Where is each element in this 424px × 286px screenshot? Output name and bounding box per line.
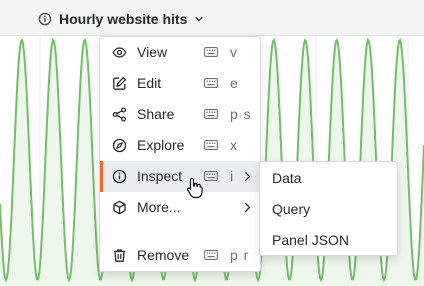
menu-item-label: View (137, 44, 168, 60)
edit-icon (113, 76, 127, 90)
panel-title[interactable]: Hourly website hits (59, 11, 187, 27)
keyboard-icon (204, 78, 218, 88)
compass-icon (112, 138, 127, 153)
menu-item-shortcut: p s (230, 106, 252, 122)
chevron-right-icon (244, 202, 251, 213)
keyboard-icon (204, 171, 218, 181)
menu-item-edit[interactable]: Edit e (100, 68, 260, 99)
menu-item-label: Share (137, 106, 175, 122)
menu-item-shortcut: e (230, 75, 239, 91)
info-circle-icon (112, 169, 127, 184)
menu-item-shortcut: p r (230, 247, 250, 263)
keyboard-icon (204, 250, 218, 260)
menu-item-shortcut: v (230, 44, 238, 60)
submenu-item-label: Panel JSON (272, 232, 350, 248)
menu-item-shortcut: i (230, 168, 235, 184)
menu-item-label: Remove (137, 247, 190, 263)
dashboard-panel: Hourly website hits View v Edit e Share … (0, 0, 424, 286)
menu-item-inspect[interactable]: Inspect i (100, 161, 260, 192)
submenu-item-label: Data (272, 170, 302, 186)
menu-item-view[interactable]: View v (100, 37, 260, 68)
menu-item-share[interactable]: Share p s (100, 99, 260, 130)
submenu-item-panel-json[interactable]: Panel JSON (260, 224, 397, 255)
menu-item-label: Explore (137, 137, 185, 153)
trash-icon (113, 249, 126, 262)
submenu-item-query[interactable]: Query (260, 193, 397, 224)
submenu-item-data[interactable]: Data (260, 162, 397, 193)
share-icon (112, 107, 127, 122)
chevron-down-icon[interactable] (194, 15, 204, 23)
submenu-item-label: Query (272, 201, 311, 217)
inspect-submenu: Data Query Panel JSON (259, 161, 398, 256)
keyboard-icon (204, 47, 218, 57)
menu-item-shortcut: x (230, 137, 238, 153)
menu-item-label: Inspect (137, 168, 183, 184)
menu-item-remove[interactable]: Remove p r (100, 240, 260, 271)
panel-header[interactable]: Hourly website hits (0, 0, 424, 36)
menu-item-label: More... (137, 199, 181, 215)
panel-title-wrap[interactable]: Hourly website hits (38, 10, 204, 28)
panel-context-menu: View v Edit e Share p s Explore x Inspec… (99, 36, 261, 272)
cube-icon (113, 200, 126, 215)
eye-icon (112, 47, 127, 58)
chevron-right-icon (244, 171, 251, 182)
menu-item-more[interactable]: More... (100, 192, 260, 223)
info-circle-icon[interactable] (38, 12, 52, 26)
menu-item-explore[interactable]: Explore x (100, 130, 260, 161)
menu-item-label: Edit (137, 75, 162, 91)
hand-pointer-icon (186, 177, 203, 199)
keyboard-icon (204, 140, 218, 150)
keyboard-icon (204, 109, 218, 119)
